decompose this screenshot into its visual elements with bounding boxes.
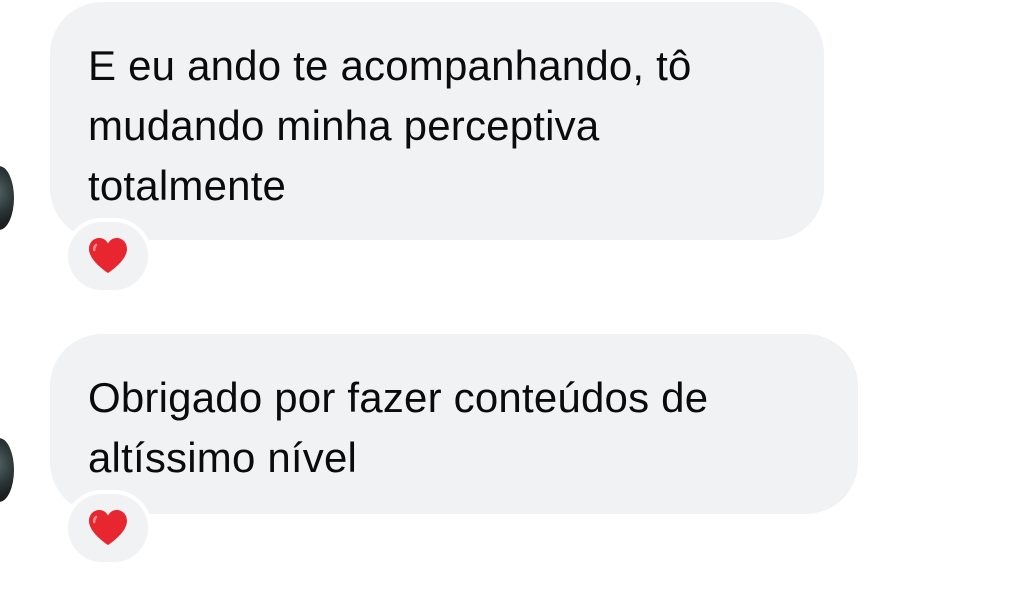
reaction-badge[interactable] (64, 490, 152, 566)
message-bubble[interactable]: E eu ando te acompanhando, tô mudando mi… (50, 2, 824, 240)
avatar[interactable] (0, 166, 14, 230)
avatar[interactable] (0, 438, 14, 502)
heart-icon (89, 238, 127, 273)
heart-icon (89, 510, 127, 545)
message-bubble[interactable]: Obrigado por fazer conteúdos de altíssim… (50, 334, 858, 514)
message-text: E eu ando te acompanhando, tô mudando mi… (88, 42, 692, 209)
message-text: Obrigado por fazer conteúdos de altíssim… (88, 374, 709, 481)
reaction-badge[interactable] (64, 218, 152, 294)
